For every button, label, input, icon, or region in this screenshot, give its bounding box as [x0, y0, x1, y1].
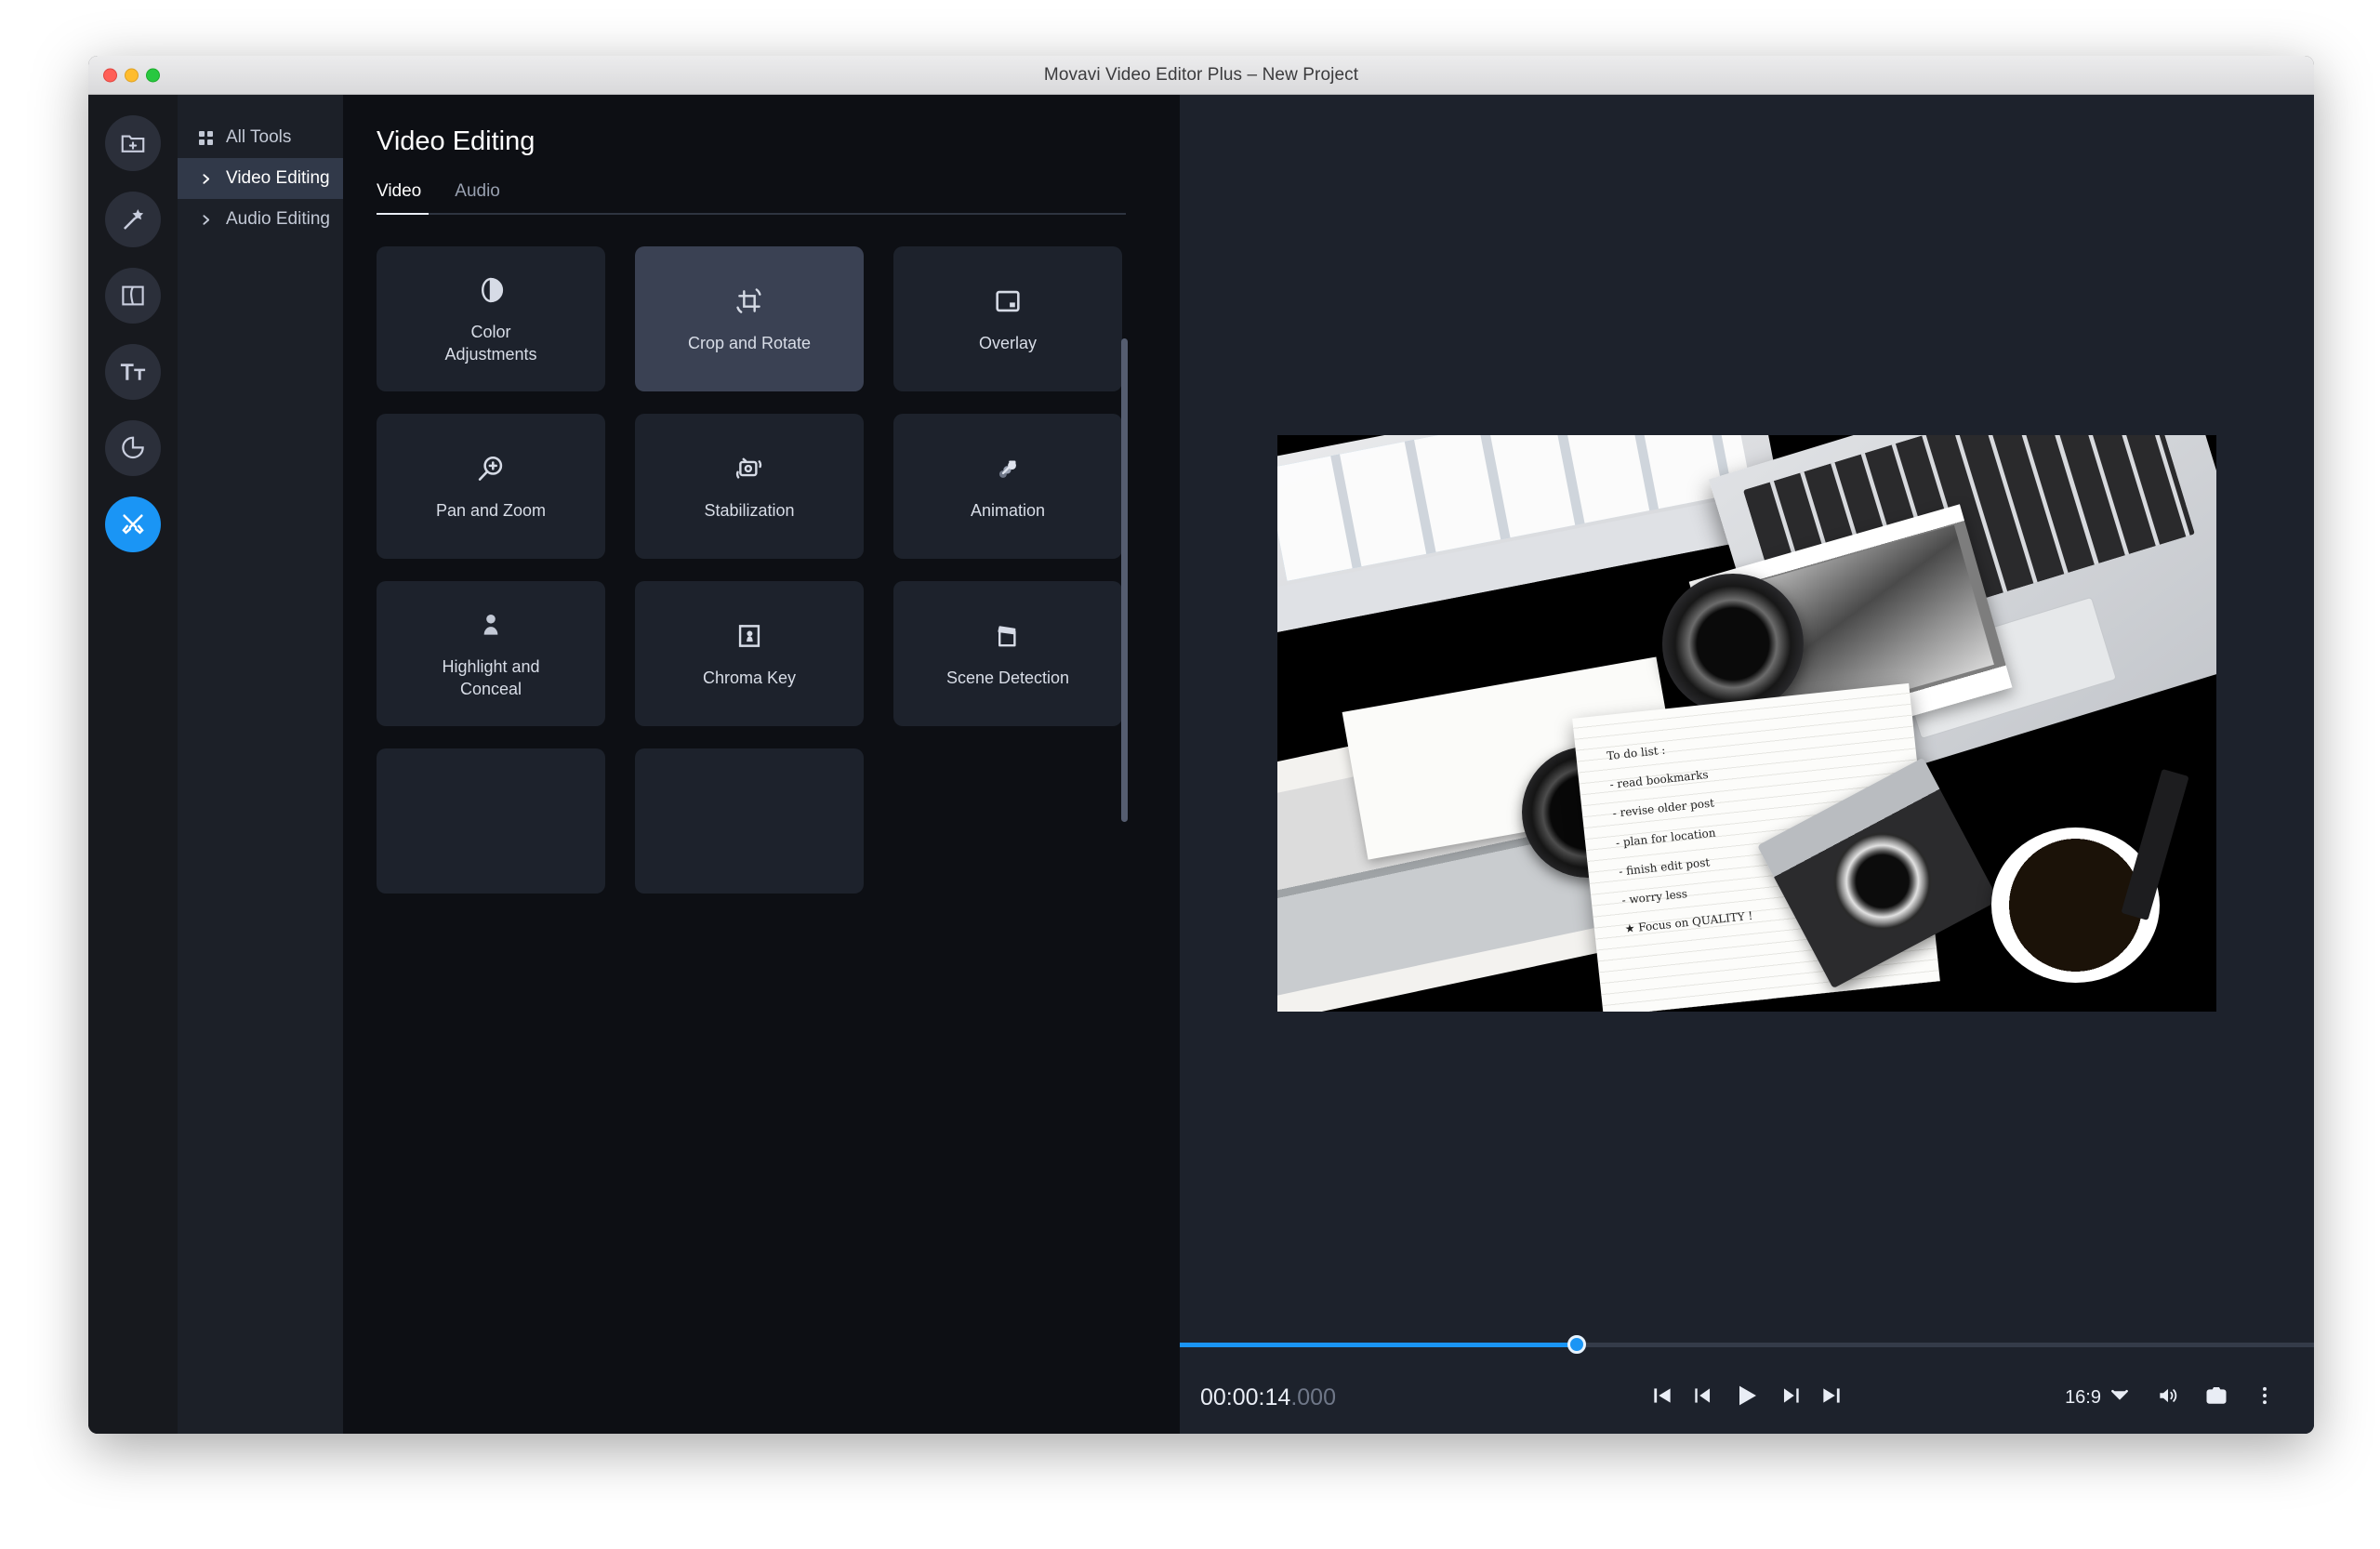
tab-video[interactable]: Video — [377, 181, 421, 215]
close-button[interactable] — [103, 68, 117, 82]
tool-card-label: Scene Detection — [946, 667, 1069, 689]
tool-card-label: Crop and Rotate — [688, 332, 811, 354]
camera-shake-icon — [734, 451, 765, 486]
preview-lens-upper — [1662, 574, 1804, 715]
aspect-ratio-selector[interactable]: 16:9 — [2065, 1383, 2132, 1412]
camera-icon[interactable] — [2204, 1384, 2228, 1412]
window-controls[interactable] — [103, 68, 160, 82]
player-timecode: 00:00:14.000 — [1200, 1384, 1336, 1411]
panel-tabs: Video Audio — [377, 181, 1180, 215]
transition-icon — [119, 282, 147, 310]
app-window: Movavi Video Editor Plus – New Project — [88, 56, 2314, 1434]
magic-wand-icon — [119, 205, 147, 233]
grid-icon — [198, 131, 213, 145]
tool-card-highlight-and-conceal[interactable]: Highlight and Conceal — [377, 581, 605, 726]
skip-forward-icon[interactable] — [1819, 1384, 1844, 1412]
tool-card-partial-a[interactable] — [377, 748, 605, 894]
seek-progress — [1180, 1343, 1577, 1347]
chevron-right-icon — [198, 173, 213, 185]
play-icon[interactable] — [1732, 1381, 1762, 1415]
tool-card-crop-and-rotate[interactable]: Crop and Rotate — [635, 246, 864, 391]
tab-underline — [377, 213, 1126, 215]
tool-grid: Color Adjustments Crop and Rotate — [377, 246, 1137, 894]
chevron-right-icon — [198, 214, 213, 226]
tool-card-label: Pan and Zoom — [436, 499, 546, 522]
seek-bar-wrapper — [1180, 1337, 2314, 1361]
tool-panel: Video Editing Video Audio Color Adjustme… — [343, 95, 1180, 1434]
kebab-menu-icon[interactable] — [2253, 1384, 2277, 1412]
blur-person-icon — [475, 607, 507, 642]
nav-item-label: Video Editing — [226, 168, 330, 189]
player-controls: 00:00:14.000 16:9 — [1180, 1361, 2314, 1434]
rail-item-more-tools[interactable] — [105, 496, 161, 552]
magnifier-plus-icon — [475, 451, 507, 486]
tool-card-label: Color Adjustments — [444, 321, 536, 366]
rail-item-stickers[interactable] — [105, 420, 161, 476]
tool-card-label: Chroma Key — [703, 667, 796, 689]
tool-card-overlay[interactable]: Overlay — [893, 246, 1122, 391]
crop-rotate-icon — [734, 284, 765, 319]
step-forward-icon[interactable] — [1778, 1384, 1803, 1412]
tool-card-label: Animation — [971, 499, 1045, 522]
chroma-key-icon — [734, 618, 765, 654]
transport-buttons — [1650, 1381, 1844, 1415]
rail-item-filters[interactable] — [105, 192, 161, 247]
video-preview[interactable]: To do list :- read bookmarks- revise old… — [1277, 435, 2216, 1012]
tool-card-chroma-key[interactable]: Chroma Key — [635, 581, 864, 726]
minimize-button[interactable] — [125, 68, 139, 82]
rail-item-transitions[interactable] — [105, 268, 161, 324]
tool-card-animation[interactable]: Animation — [893, 414, 1122, 559]
nav-item-video-editing[interactable]: Video Editing — [178, 158, 343, 199]
tool-card-scene-detection[interactable]: Scene Detection — [893, 581, 1122, 726]
player-stage: To do list :- read bookmarks- revise old… — [1180, 95, 2314, 1337]
tool-card-partial-b[interactable] — [635, 748, 864, 894]
nav-item-label: Audio Editing — [226, 209, 330, 230]
panel-scrollbar[interactable] — [1121, 338, 1128, 822]
page-title: Video Editing — [377, 126, 1180, 157]
seek-handle[interactable] — [1567, 1335, 1586, 1354]
nav-item-audio-editing[interactable]: Audio Editing — [178, 199, 343, 240]
tool-card-pan-and-zoom[interactable]: Pan and Zoom — [377, 414, 605, 559]
timecode-main: 00:00:14 — [1200, 1384, 1290, 1410]
desktop-background: Movavi Video Editor Plus – New Project — [0, 0, 2380, 1549]
timecode-ms: .000 — [1290, 1384, 1336, 1410]
contrast-icon — [475, 272, 507, 308]
app-body: All Tools Video Editing Audio Editing Vi… — [88, 95, 2314, 1434]
tool-card-label: Highlight and Conceal — [442, 655, 539, 701]
window-title: Movavi Video Editor Plus – New Project — [88, 65, 2314, 86]
left-icon-rail — [88, 95, 178, 1434]
tool-card-label: Stabilization — [704, 499, 794, 522]
text-icon — [119, 358, 147, 386]
zoom-button[interactable] — [146, 68, 160, 82]
tab-audio[interactable]: Audio — [455, 181, 500, 215]
tool-card-color-adjustments[interactable]: Color Adjustments — [377, 246, 605, 391]
rail-item-titles[interactable] — [105, 344, 161, 400]
overlay-icon — [992, 284, 1024, 319]
seek-bar[interactable] — [1180, 1343, 2314, 1347]
nav-item-label: All Tools — [226, 127, 291, 148]
preview-frame-image: To do list :- read bookmarks- revise old… — [1277, 435, 2216, 1012]
folder-plus-icon — [119, 129, 147, 157]
sticker-icon — [119, 434, 147, 462]
motion-path-icon — [992, 451, 1024, 486]
tool-card-stabilization[interactable]: Stabilization — [635, 414, 864, 559]
rail-item-import-media[interactable] — [105, 115, 161, 171]
clapperboard-icon — [992, 618, 1024, 654]
aspect-ratio-value: 16:9 — [2065, 1387, 2101, 1409]
step-back-icon[interactable] — [1691, 1384, 1715, 1412]
skip-back-icon[interactable] — [1650, 1384, 1674, 1412]
preview-pane: To do list :- read bookmarks- revise old… — [1180, 95, 2314, 1434]
tools-nav: All Tools Video Editing Audio Editing — [178, 95, 343, 1434]
nav-item-all-tools[interactable]: All Tools — [178, 117, 343, 158]
tool-card-label: Overlay — [979, 332, 1037, 354]
tools-icon — [119, 510, 147, 538]
chevron-down-icon — [2108, 1383, 2132, 1412]
speaker-icon[interactable] — [2156, 1384, 2180, 1412]
player-right-controls: 16:9 — [2065, 1383, 2277, 1412]
titlebar: Movavi Video Editor Plus – New Project — [88, 56, 2314, 95]
